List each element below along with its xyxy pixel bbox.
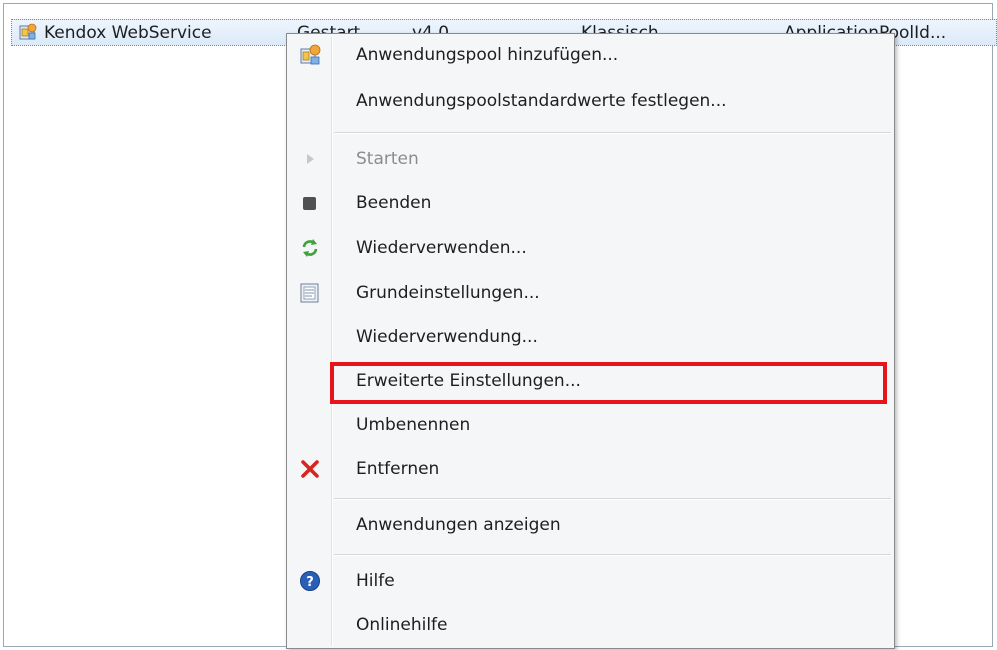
menu-item-basic-settings[interactable]: Grundeinstellungen...: [287, 274, 894, 312]
menu-item-label: Wiederverwendung...: [356, 327, 538, 347]
menu-item-label: Grundeinstellungen...: [356, 283, 540, 303]
menu-separator: [334, 132, 891, 134]
highlight-box: [330, 362, 887, 404]
svg-text:?: ?: [306, 575, 314, 590]
remove-icon: [299, 458, 321, 480]
menu-item-rename[interactable]: Umbenennen: [287, 406, 894, 444]
menu-item-online-help[interactable]: Onlinehilfe: [287, 606, 894, 644]
app-pool-add-icon: [299, 44, 321, 66]
menu-item-recycling[interactable]: Wiederverwendung...: [287, 318, 894, 356]
menu-item-label: Onlinehilfe: [356, 615, 448, 635]
context-menu: Anwendungspool hinzufügen... Anwendungsp…: [286, 33, 895, 649]
menu-item-label: Wiederverwenden...: [356, 238, 527, 258]
menu-item-set-app-pool-defaults[interactable]: Anwendungspoolstandardwerte festlegen...: [287, 82, 894, 120]
menu-item-label: Anwendungen anzeigen: [356, 515, 561, 535]
row-name: Kendox WebService: [44, 23, 212, 43]
recycle-icon: [299, 237, 321, 259]
menu-item-label: Beenden: [356, 193, 432, 213]
menu-item-label: Umbenennen: [356, 415, 471, 435]
menu-item-recycle[interactable]: Wiederverwenden...: [287, 229, 894, 267]
menu-item-label: Hilfe: [356, 571, 395, 591]
menu-item-help[interactable]: ? Hilfe: [287, 562, 894, 600]
menu-item-label: Starten: [356, 149, 419, 169]
menu-item-view-applications[interactable]: Anwendungen anzeigen: [287, 506, 894, 544]
stop-icon: [299, 192, 321, 214]
menu-item-stop[interactable]: Beenden: [287, 184, 894, 222]
settings-sheet-icon: [299, 282, 321, 304]
help-icon: ?: [299, 570, 321, 592]
menu-item-remove[interactable]: Entfernen: [287, 450, 894, 488]
menu-item-label: Anwendungspool hinzufügen...: [356, 45, 619, 65]
menu-item-start[interactable]: Starten: [287, 140, 894, 178]
menu-item-add-app-pool[interactable]: Anwendungspool hinzufügen...: [287, 36, 894, 74]
app-pool-icon: [19, 23, 37, 41]
menu-item-label: Anwendungspoolstandardwerte festlegen...: [356, 91, 727, 111]
play-icon: [299, 148, 321, 170]
menu-separator: [334, 554, 891, 556]
menu-separator: [334, 498, 891, 500]
menu-item-label: Entfernen: [356, 459, 440, 479]
